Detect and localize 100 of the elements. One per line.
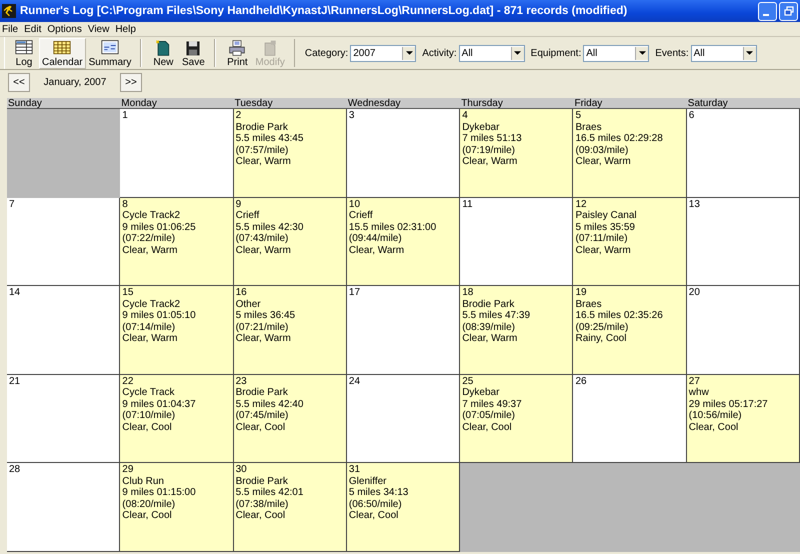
day-cell[interactable]: 3 bbox=[346, 109, 460, 198]
day-cell[interactable]: 7 bbox=[7, 198, 120, 286]
day-cell[interactable]: 12 Paisley Canal 5 miles 35:59 (07:11/mile) Clear, Warm bbox=[573, 198, 687, 286]
run-detail: (09:25/mile) bbox=[575, 322, 628, 333]
day-cell[interactable]: 13 bbox=[686, 198, 800, 286]
weekday-header: Friday bbox=[573, 98, 687, 109]
menu-item[interactable]: Edit bbox=[23, 24, 46, 34]
day-number: 8 bbox=[122, 198, 128, 210]
day-cell[interactable]: 20 bbox=[686, 286, 800, 374]
run-detail: Clear, Cool bbox=[236, 510, 286, 522]
toolbar-button[interactable]: Log bbox=[9, 38, 39, 68]
toolbar-button[interactable]: Summary bbox=[86, 38, 134, 68]
day-cell[interactable]: 18 Brodie Park 5.5 miles 47:39 (08:39/mile) Clear, Warm bbox=[460, 286, 574, 374]
day-cell[interactable]: 8 Cycle Track2 9 miles 01:06:25 (07:22/mile) Clear, Warm bbox=[120, 198, 234, 286]
run-detail: 9 miles 01:04:37 bbox=[122, 398, 196, 410]
restore-icon bbox=[784, 6, 794, 16]
day-cell[interactable]: 27 whw 29 miles 05:17:27 (10:56/mile) Clear, Cool bbox=[686, 374, 800, 463]
day-cell[interactable]: 2 Brodie Park 5.5 miles 43:45 (07:57/mile) Clear, Warm bbox=[234, 109, 347, 198]
day-cell[interactable]: 5 Braes 16.5 miles 02:29:28 (09:03/mile) Clear, Warm bbox=[573, 109, 687, 198]
day-cell[interactable]: 31 Gleniffer 5 miles 34:13 (06:50/mile) Clear, Cool bbox=[346, 463, 460, 552]
toolbar-button[interactable]: New bbox=[148, 38, 178, 68]
day-cell[interactable]: 1 bbox=[120, 109, 234, 198]
printer-icon bbox=[227, 38, 248, 56]
run-detail: Clear, Warm bbox=[122, 333, 178, 344]
dropdown[interactable]: 2007 bbox=[350, 44, 416, 62]
run-detail: (07:14/mile) bbox=[122, 322, 176, 333]
run-detail: (07:05/mile) bbox=[462, 410, 515, 422]
day-number: 27 bbox=[688, 376, 700, 387]
run-detail: 9 miles 01:06:25 bbox=[122, 222, 196, 233]
day-number: 11 bbox=[462, 198, 473, 210]
run-detail: Other bbox=[236, 298, 261, 310]
calendar-icon bbox=[52, 38, 72, 56]
run-detail: 9 miles 01:05:10 bbox=[122, 310, 196, 322]
menu-item[interactable]: View bbox=[86, 24, 114, 34]
day-number: 28 bbox=[9, 464, 20, 476]
run-detail: 5.5 miles 47:39 bbox=[462, 310, 530, 322]
day-number: 1 bbox=[122, 110, 128, 122]
day-cell[interactable]: 15 Cycle Track2 9 miles 01:05:10 (07:14/mile) Clear, Warm bbox=[120, 286, 234, 374]
day-cell[interactable]: 4 Dykebar 7 miles 51:13 (07:19/mile) Clear, Warm bbox=[460, 109, 574, 198]
run-detail: (09:03/mile) bbox=[575, 144, 628, 156]
day-number: 20 bbox=[688, 287, 700, 298]
day-cell[interactable]: 24 bbox=[346, 374, 460, 463]
day-cell[interactable]: 21 bbox=[7, 374, 120, 463]
filter-label: Equipment: bbox=[530, 48, 582, 58]
day-number: 30 bbox=[236, 464, 247, 476]
next-button[interactable]: >> bbox=[120, 72, 142, 92]
minimize-button[interactable] bbox=[758, 2, 777, 20]
day-cell[interactable]: 23 Brodie Park 5.5 miles 42:40 (07:45/mile) Clear, Cool bbox=[234, 374, 347, 463]
day-number: 22 bbox=[122, 376, 134, 387]
day-cell[interactable]: 22 Cycle Track 9 miles 01:04:37 (07:10/mile) Clear, Cool bbox=[120, 374, 234, 463]
restore-button[interactable] bbox=[779, 2, 798, 20]
day-cell[interactable]: 6 bbox=[686, 109, 800, 198]
day-cell[interactable]: 28 bbox=[7, 463, 120, 552]
previous-button[interactable]: << bbox=[8, 72, 30, 92]
run-detail: 7 miles 49:37 bbox=[462, 398, 522, 410]
run-detail: Paisley Canal bbox=[575, 210, 637, 222]
day-number: 2 bbox=[236, 110, 242, 122]
run-detail: Clear, Cool bbox=[122, 422, 172, 433]
menu-item[interactable]: Options bbox=[46, 24, 87, 34]
run-detail: Brodie Park bbox=[462, 298, 514, 310]
window-title: Runner's Log [C:\Program Files\Sony Handheld\KynastJ\RunnersLog\RunnersLog.dat] - 871 records (modified) bbox=[20, 5, 628, 17]
day-number: 17 bbox=[348, 287, 360, 298]
day-number: 18 bbox=[462, 287, 474, 298]
dropdown[interactable]: All bbox=[690, 44, 757, 62]
toolbar-button[interactable]: Save bbox=[178, 38, 208, 68]
day-cell[interactable]: 11 bbox=[460, 198, 574, 286]
toolbar-button[interactable]: Calendar bbox=[39, 38, 86, 68]
day-number: 13 bbox=[688, 198, 700, 210]
day-cell[interactable]: 14 bbox=[7, 286, 120, 374]
filter-label: Activity: bbox=[422, 48, 457, 58]
day-number: 26 bbox=[575, 376, 587, 387]
dropdown[interactable]: All bbox=[458, 44, 525, 62]
weekday-header: Tuesday bbox=[234, 98, 347, 109]
run-detail: 16.5 miles 02:29:28 bbox=[575, 133, 663, 144]
run-detail: (09:44/mile) bbox=[348, 233, 402, 244]
run-detail: 5.5 miles 42:40 bbox=[236, 398, 304, 410]
day-cell[interactable]: 9 Crieff 5.5 miles 42:30 (07:43/mile) Clear, Warm bbox=[234, 198, 347, 286]
run-detail: Cycle Track2 bbox=[122, 210, 180, 222]
day-number: 31 bbox=[348, 464, 360, 476]
month-label: January, 2007 bbox=[42, 76, 108, 88]
day-cell[interactable]: 19 Braes 16.5 miles 02:35:26 (09:25/mile) Rainy, Cool bbox=[573, 286, 687, 374]
day-cell[interactable]: 25 Dykebar 7 miles 49:37 (07:05/mile) Clear, Cool bbox=[460, 374, 574, 463]
toolbar-button[interactable]: Print bbox=[222, 38, 252, 68]
day-cell[interactable]: 17 bbox=[346, 286, 460, 374]
run-detail: Rainy, Cool bbox=[575, 333, 626, 344]
run-detail: 5.5 miles 43:45 bbox=[236, 133, 304, 144]
run-detail: Clear, Cool bbox=[688, 422, 738, 433]
menu-item[interactable]: File bbox=[1, 24, 24, 34]
day-cell[interactable]: 16 Other 5 miles 36:45 (07:21/mile) Clear, Warm bbox=[234, 286, 347, 374]
run-detail: (07:22/mile) bbox=[122, 233, 176, 244]
day-cell[interactable]: 26 bbox=[573, 374, 687, 463]
dropdown[interactable]: All bbox=[583, 44, 650, 62]
day-cell[interactable]: 29 Club Run 9 miles 01:15:00 (08:20/mile) Clear, Cool bbox=[120, 463, 234, 552]
day-cell[interactable]: 10 Crieff 15.5 miles 02:31:00 (09:44/mile) Clear, Warm bbox=[346, 198, 460, 286]
day-number: 5 bbox=[575, 110, 582, 122]
minimize-icon bbox=[763, 14, 769, 16]
day-cell[interactable]: 30 Brodie Park 5.5 miles 42:01 (07:38/mile) Clear, Cool bbox=[234, 463, 347, 552]
weekday-header: Sunday bbox=[7, 98, 120, 109]
menu-item[interactable]: Help bbox=[114, 24, 141, 34]
run-detail: Brodie Park bbox=[236, 476, 288, 487]
